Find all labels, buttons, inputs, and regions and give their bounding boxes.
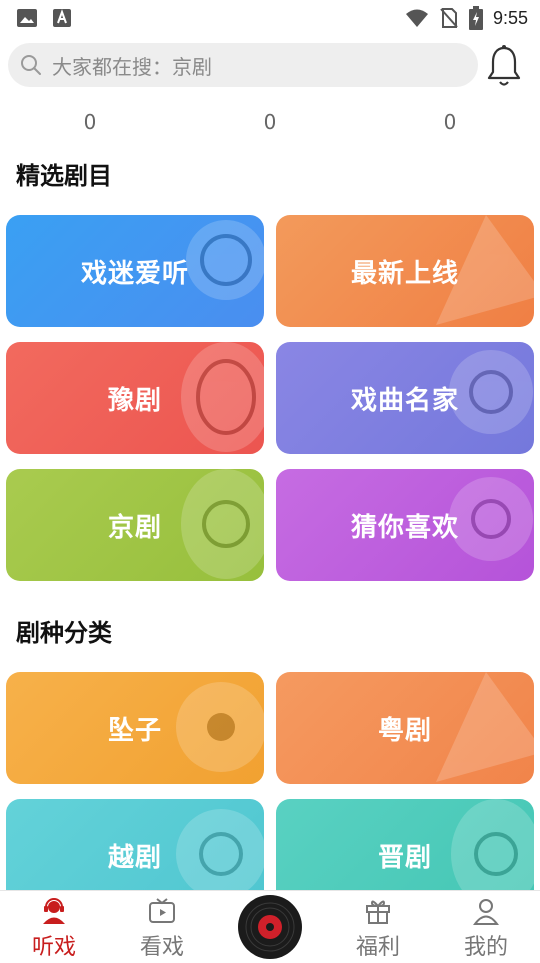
opera-mask-decoration xyxy=(181,469,264,579)
featured-card-label: 戏曲名家 xyxy=(350,385,459,416)
user-icon xyxy=(473,899,499,925)
counter-3: 0 xyxy=(443,110,457,134)
category-section-title: 剧种分类 xyxy=(16,619,112,647)
category-card-label: 越剧 xyxy=(107,842,162,873)
featured-card-label: 京剧 xyxy=(107,512,162,543)
counter-2: 0 xyxy=(263,110,277,134)
gift-icon xyxy=(366,900,390,924)
category-card-label: 坠子 xyxy=(107,715,162,746)
battery-charging-icon xyxy=(468,6,483,30)
nav-label: 福利 xyxy=(355,935,400,960)
featured-card-3[interactable]: 豫剧 xyxy=(6,342,264,454)
featured-card-label: 最新上线 xyxy=(350,258,459,289)
featured-card-2[interactable]: 最新上线 xyxy=(276,215,534,327)
counters-row: 0 0 0 xyxy=(0,110,540,140)
headphones-person-icon xyxy=(43,898,65,924)
wifi-icon xyxy=(405,9,428,27)
featured-card-label: 豫剧 xyxy=(107,385,162,416)
search-input[interactable]: 大家都在搜：京剧 xyxy=(8,43,478,87)
vinyl-record-icon[interactable] xyxy=(238,895,302,959)
featured-card-label: 戏迷爱听 xyxy=(80,258,189,289)
counter-1: 0 xyxy=(83,110,97,134)
category-card-1[interactable]: 坠子 xyxy=(6,672,264,784)
category-card-2[interactable]: 粤剧 xyxy=(276,672,534,784)
category-card-label: 粤剧 xyxy=(377,715,432,746)
featured-section-title: 精选剧目 xyxy=(16,162,112,190)
featured-card-label: 猜你喜欢 xyxy=(350,512,459,543)
status-bar: 9:55 xyxy=(0,0,540,36)
nav-label: 我的 xyxy=(463,935,508,960)
featured-card-4[interactable]: 戏曲名家 xyxy=(276,342,534,454)
category-card-label: 晋剧 xyxy=(377,842,432,873)
no-sim-icon xyxy=(440,8,458,28)
search-placeholder: 大家都在搜：京剧 xyxy=(52,54,212,79)
bell-icon[interactable] xyxy=(484,44,524,88)
featured-card-5[interactable]: 京剧 xyxy=(6,469,264,581)
status-time: 9:55 xyxy=(492,7,528,28)
opera-mask-decoration xyxy=(181,342,264,452)
featured-card-6[interactable]: 猜你喜欢 xyxy=(276,469,534,581)
a-text-icon xyxy=(53,9,71,27)
fan-decoration xyxy=(436,672,534,782)
nav-item-welfare[interactable]: 福利 xyxy=(324,891,432,961)
tv-icon xyxy=(149,898,175,923)
search-row: 大家都在搜：京剧 xyxy=(0,42,540,90)
featured-card-1[interactable]: 戏迷爱听 xyxy=(6,215,264,327)
nav-item-listen[interactable]: 听戏 xyxy=(0,891,108,961)
nav-item-watch[interactable]: 看戏 xyxy=(108,891,216,961)
image-icon xyxy=(17,9,37,27)
opera-headdress-decoration xyxy=(176,682,264,772)
search-icon xyxy=(20,54,42,76)
nav-label: 看戏 xyxy=(139,935,184,960)
nav-item-mine[interactable]: 我的 xyxy=(432,891,540,961)
nav-label: 听戏 xyxy=(31,935,76,960)
